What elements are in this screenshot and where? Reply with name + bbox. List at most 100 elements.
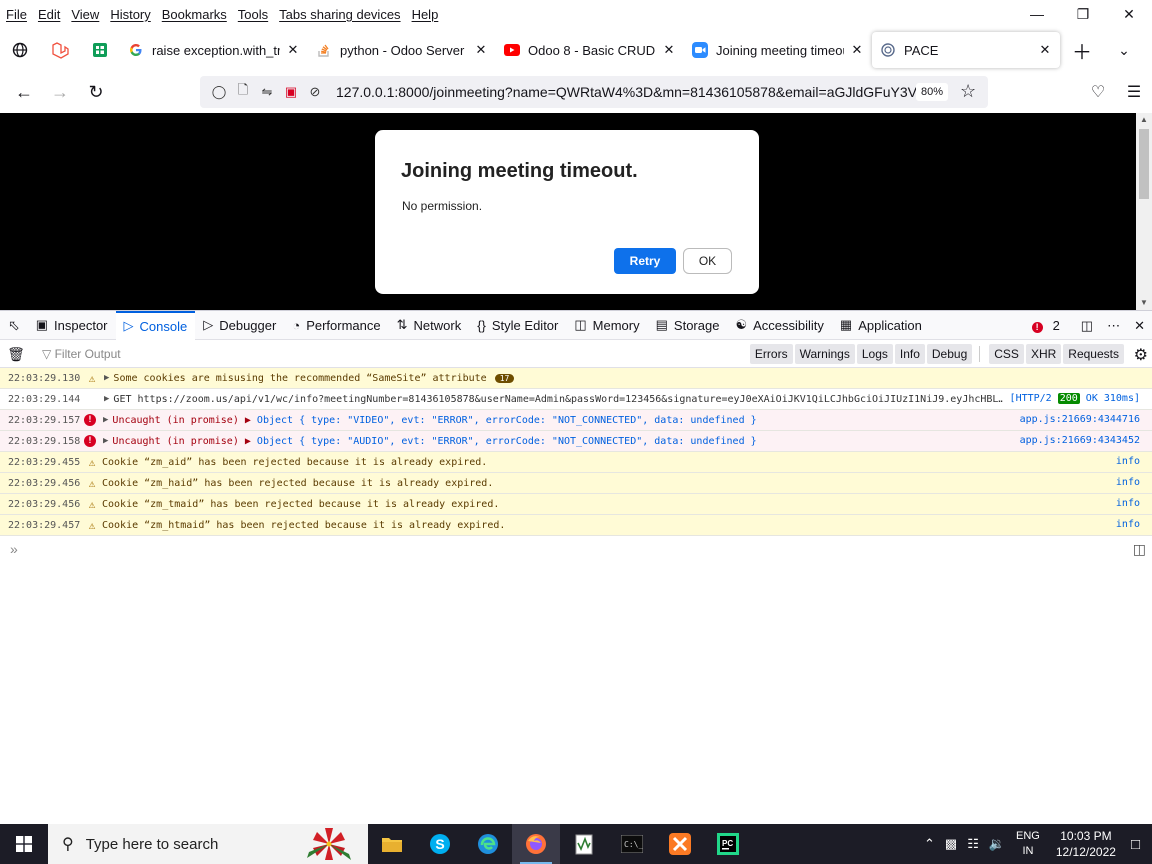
object-preview[interactable]: Object { type: "AUDIO", evt: "ERROR", er… xyxy=(257,436,757,447)
expand-icon[interactable]: ▶ xyxy=(103,436,108,446)
menu-tabs-sharing-devices[interactable]: Tabs sharing devices xyxy=(279,7,400,22)
new-tab-button[interactable]: ＋ xyxy=(1060,30,1104,70)
expand-icon[interactable]: ▶ xyxy=(103,415,108,425)
tab-performance[interactable]: ◔ Performance xyxy=(284,311,388,340)
menu-edit[interactable]: Edit xyxy=(38,7,60,22)
pinned-tab-globe[interactable] xyxy=(0,30,40,70)
taskbar-notepad[interactable] xyxy=(560,824,608,864)
tab-application[interactable]: ▦ Application xyxy=(832,311,930,340)
taskbar-pycharm[interactable]: PC xyxy=(704,824,752,864)
tab-debugger[interactable]: ▷ Debugger xyxy=(195,311,284,340)
console-row[interactable]: 22:03:29.144 ▶ GET https://zoom.us/api/v… xyxy=(0,389,1152,410)
taskbar-xampp[interactable] xyxy=(656,824,704,864)
shield-icon[interactable]: ◯ xyxy=(208,84,230,100)
wifi-icon[interactable]: ☷ xyxy=(967,836,979,852)
error-count[interactable]: ! 2 xyxy=(1031,318,1067,333)
tab-odoo-crud[interactable]: Odoo 8 - Basic CRUD Od ✕ xyxy=(496,32,684,68)
taskbar-search[interactable]: ⚲ Type here to search xyxy=(48,824,368,864)
info-link[interactable]: info xyxy=(1116,498,1140,509)
close-tab-icon[interactable]: ✕ xyxy=(474,42,488,58)
tab-console[interactable]: ▷ Console xyxy=(115,310,196,340)
tab-pace[interactable]: PACE ✕ xyxy=(872,32,1060,68)
expand-icon[interactable]: ▶ xyxy=(104,394,109,404)
filter-css[interactable]: CSS xyxy=(989,344,1024,364)
menu-tools[interactable]: Tools xyxy=(238,7,268,22)
hamburger-menu-icon[interactable]: ☰ xyxy=(1116,82,1152,102)
tab-joining-meeting[interactable]: Joining meeting timeout ✕ xyxy=(684,32,872,68)
filter-logs[interactable]: Logs xyxy=(856,344,893,364)
meetnow-icon[interactable]: ▩ xyxy=(945,836,957,852)
mic-blocked-icon[interactable]: ⊘ xyxy=(304,84,326,100)
menu-file[interactable]: File xyxy=(6,7,27,22)
filter-warnings[interactable]: Warnings xyxy=(794,344,855,364)
trash-icon[interactable]: 🗑 xyxy=(0,346,32,363)
pinned-tab-laravel[interactable] xyxy=(40,30,80,70)
filter-errors[interactable]: Errors xyxy=(749,344,793,364)
filter-info[interactable]: Info xyxy=(894,344,925,364)
minimize-button[interactable]: — xyxy=(1014,0,1060,28)
menu-help[interactable]: Help xyxy=(412,7,439,22)
object-preview[interactable]: Object { type: "VIDEO", evt: "ERROR", er… xyxy=(257,415,757,426)
bookmark-star-icon[interactable]: ☆ xyxy=(960,81,976,102)
taskbar-firefox[interactable] xyxy=(512,824,560,864)
taskbar-terminal[interactable]: C:\_ xyxy=(608,824,656,864)
filter-xhr[interactable]: XHR xyxy=(1025,344,1062,364)
close-tab-icon[interactable]: ✕ xyxy=(662,42,676,58)
more-options-icon[interactable]: ⋯ xyxy=(1107,318,1120,334)
tab-storage[interactable]: ▤ Storage xyxy=(648,311,728,340)
close-tab-icon[interactable]: ✕ xyxy=(1038,42,1052,58)
volume-icon[interactable]: 🔉 xyxy=(989,836,1005,852)
close-tab-icon[interactable]: ✕ xyxy=(286,42,300,58)
tab-network[interactable]: ⇅ Network xyxy=(389,311,470,340)
menu-view[interactable]: View xyxy=(71,7,99,22)
info-link[interactable]: info xyxy=(1116,519,1140,530)
retry-button[interactable]: Retry xyxy=(614,248,676,274)
console-row[interactable]: 22:03:29.158 ! ▶ Uncaught (in promise) ▶… xyxy=(0,431,1152,452)
page-scrollbar[interactable]: ▲ ▼ xyxy=(1136,113,1152,310)
close-window-button[interactable]: ✕ xyxy=(1106,0,1152,28)
console-row[interactable]: 22:03:29.455 ⚠ Cookie “zm_aid” has been … xyxy=(0,452,1152,473)
menu-history[interactable]: History xyxy=(110,7,150,22)
pocket-icon[interactable]: ♡ xyxy=(1080,82,1116,102)
source-link[interactable]: app.js:21669:4343452 xyxy=(1020,435,1140,446)
console-row[interactable]: 22:03:29.457 ⚠ Cookie “zm_htmaid” has be… xyxy=(0,515,1152,536)
dock-icon[interactable]: ◫ xyxy=(1081,318,1093,334)
console-row[interactable]: 22:03:29.130 ⚠ ▶ Some cookies are misusi… xyxy=(0,368,1152,389)
tab-accessibility[interactable]: ☯ Accessibility xyxy=(727,311,831,340)
tab-python-odoo[interactable]: python - Odoo Server Err ✕ xyxy=(308,32,496,68)
taskbar-file-explorer[interactable] xyxy=(368,824,416,864)
menu-bookmarks[interactable]: Bookmarks xyxy=(162,7,227,22)
back-button[interactable]: ← xyxy=(6,76,42,108)
network-status[interactable]: [HTTP/2 200 OK 310ms] xyxy=(1010,393,1140,404)
start-button[interactable] xyxy=(0,824,48,864)
console-row[interactable]: 22:03:29.456 ⚠ Cookie “zm_tmaid” has bee… xyxy=(0,494,1152,515)
console-row[interactable]: 22:03:29.456 ⚠ Cookie “zm_haid” has been… xyxy=(0,473,1152,494)
close-devtools-icon[interactable]: ✕ xyxy=(1134,318,1145,334)
console-row[interactable]: 22:03:29.157 ! ▶ Uncaught (in promise) ▶… xyxy=(0,410,1152,431)
chevron-up-icon[interactable]: ⌃ xyxy=(924,836,935,852)
tab-memory[interactable]: ◫ Memory xyxy=(566,311,647,340)
ok-button[interactable]: OK xyxy=(683,248,732,274)
url-text[interactable]: 127.0.0.1:8000/joinmeeting?name=QWRtaW4%… xyxy=(336,84,916,100)
info-link[interactable]: info xyxy=(1116,456,1140,467)
gear-icon[interactable]: ⚙ xyxy=(1134,345,1148,365)
tab-style-editor[interactable]: {} Style Editor xyxy=(469,311,566,340)
permissions-icon[interactable]: ⇋ xyxy=(256,84,278,100)
element-picker-button[interactable]: ⬁ xyxy=(0,311,28,340)
zoom-level-badge[interactable]: 80% xyxy=(916,83,949,101)
camera-blocked-icon[interactable]: ▣ xyxy=(280,84,302,100)
tab-raise-exception[interactable]: raise exception.with_trac ✕ xyxy=(120,32,308,68)
info-link[interactable]: info xyxy=(1116,477,1140,488)
language-indicator[interactable]: ENG IN xyxy=(1016,829,1040,859)
scroll-up-icon[interactable]: ▲ xyxy=(1136,113,1152,127)
filter-debug[interactable]: Debug xyxy=(926,344,973,364)
forward-button[interactable]: → xyxy=(42,76,78,108)
close-tab-icon[interactable]: ✕ xyxy=(850,42,864,58)
scroll-thumb[interactable] xyxy=(1139,129,1149,199)
pinned-tab-sheets[interactable] xyxy=(80,30,120,70)
url-bar[interactable]: ◯ 🗋 ⇋ ▣ ⊘ 127.0.0.1:8000/joinmeeting?nam… xyxy=(200,76,988,108)
taskbar-edge[interactable] xyxy=(464,824,512,864)
filter-input[interactable]: ▽ Filter Output xyxy=(42,347,121,361)
tab-inspector[interactable]: ▣ Inspector xyxy=(28,311,116,340)
page-icon[interactable]: 🗋 xyxy=(232,81,254,103)
